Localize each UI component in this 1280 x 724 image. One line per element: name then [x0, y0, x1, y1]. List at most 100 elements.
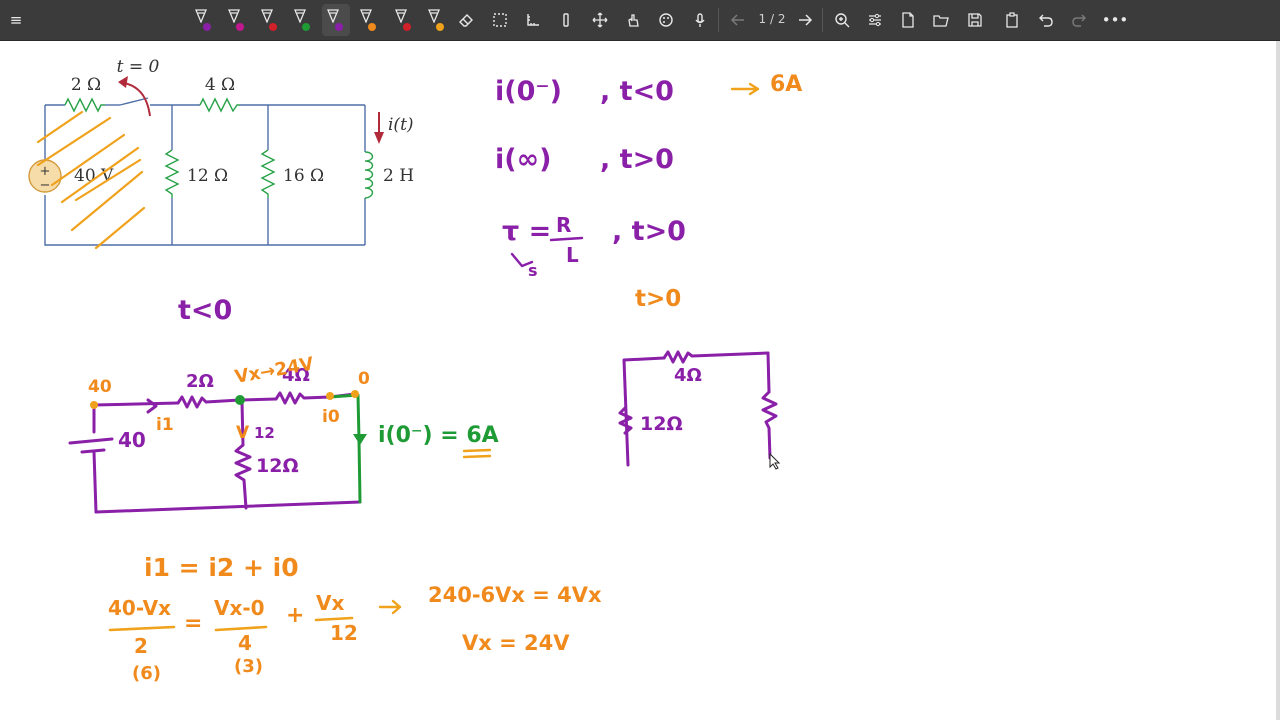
i1-label: i1	[156, 415, 174, 435]
frac3-numerator: Vx	[316, 591, 344, 615]
handwritten-circuit-t-less-0: t<0 40 0 40 2Ω 4Ω Vx→24V V 12 12Ω i1 i0 …	[68, 295, 499, 514]
pen-color-dot	[269, 23, 277, 31]
switch-label: t = 0	[117, 57, 160, 77]
menu-icon[interactable]: ≡	[2, 4, 30, 36]
t-greater-0-cond: , t>0	[600, 144, 674, 175]
source-minus: −	[40, 178, 51, 193]
tau-subscript: s	[528, 261, 538, 280]
r12-t0-label: 12Ω	[640, 413, 683, 435]
mouse-cursor-icon	[769, 452, 781, 470]
lasso-select-icon[interactable]	[486, 4, 514, 36]
resistor-2-ohm	[64, 97, 105, 113]
source-plus: +	[40, 164, 51, 179]
frac1-numerator: 40-Vx	[108, 596, 171, 620]
frac1-multiplier: (6)	[132, 663, 161, 684]
result-arrow	[730, 82, 760, 96]
eraser-icon[interactable]	[452, 4, 480, 36]
undo-icon[interactable]	[1032, 4, 1060, 36]
svg-text:12: 12	[254, 424, 275, 442]
r2-label: 2 Ω	[71, 75, 101, 95]
open-folder-icon[interactable]	[927, 4, 955, 36]
new-page-icon[interactable]	[894, 4, 922, 36]
frac2-denominator: 4	[238, 631, 252, 655]
frac3-denominator: 12	[330, 621, 358, 645]
inductor-2h	[364, 151, 374, 199]
r4-label: 4 Ω	[205, 75, 235, 95]
inductor-label: 2 H	[383, 166, 414, 186]
i0-minus-expr: i(0⁻)	[495, 76, 562, 107]
plus-sign: +	[286, 603, 304, 628]
page-indicator: 1 / 2	[758, 12, 786, 26]
pen-color-dot	[302, 23, 310, 31]
clipboard-icon[interactable]	[998, 4, 1026, 36]
r12-label: 12 Ω	[187, 166, 228, 186]
pen-tool-purple[interactable]	[190, 4, 218, 36]
pen-tool-red[interactable]	[256, 4, 284, 36]
resistor-12-ohm	[164, 149, 180, 198]
pen-tool-red-2[interactable]	[390, 4, 418, 36]
v12-label: V	[236, 423, 250, 443]
equals-sign: =	[184, 611, 202, 636]
resistor-16-ohm	[260, 149, 276, 198]
zoom-icon[interactable]	[828, 4, 856, 36]
tau-numerator: R	[556, 213, 571, 237]
pen-tool-orange-2[interactable]	[423, 4, 451, 36]
t-less-0-cond: , t<0	[600, 76, 674, 107]
whiteboard-page[interactable]: + − t = 0 2 Ω 4 Ω 40 V 12 Ω 16 Ω 2 H i(t…	[4, 41, 1276, 720]
pen-color-dot	[368, 23, 376, 31]
i0-label: i0	[322, 407, 340, 427]
save-icon[interactable]	[961, 4, 989, 36]
switch-blade	[119, 97, 149, 106]
i-infinity-expr: i(∞)	[495, 144, 551, 175]
pen-tool-orange[interactable]	[355, 4, 383, 36]
tau-denominator: L	[566, 243, 579, 267]
pen-color-dot	[403, 23, 411, 31]
page-scrollbar[interactable]	[1276, 41, 1280, 720]
resistor-4-ohm	[199, 97, 240, 113]
source-40-label: 40	[118, 428, 146, 452]
t-less-0-heading: t<0	[178, 295, 232, 326]
pen-color-dot	[436, 23, 444, 31]
r4-t0-label: 4Ω	[674, 365, 702, 386]
frac2-numerator: Vx-0	[214, 596, 265, 620]
palette-icon[interactable]	[652, 4, 680, 36]
vx-result: Vx = 24V	[462, 631, 570, 655]
implies-arrow	[378, 599, 402, 615]
analysis-notes: i(0⁻) , t<0 6A i(∞) , t>0 τ = R L s , t>…	[495, 72, 802, 312]
textbook-circuit-figure: + − t = 0 2 Ω 4 Ω 40 V 12 Ω 16 Ω 2 H i(t…	[28, 57, 414, 250]
r16-label: 16 Ω	[283, 166, 324, 186]
kcl-equation: i1 = i2 + i0	[144, 553, 299, 582]
pen-tool-purple-active[interactable]	[322, 4, 350, 36]
kcl-equations: i1 = i2 + i0 40-Vx 2 (6) = Vx-0 4 (3) + …	[108, 553, 602, 684]
simplified-equation: 240-6Vx = 4Vx	[428, 583, 602, 607]
handwritten-circuit-t-greater-0: 4Ω 12Ω	[618, 350, 781, 470]
pen-color-dot	[335, 23, 343, 31]
text-cursor-icon[interactable]	[552, 4, 580, 36]
t-greater-0-orange: t>0	[635, 286, 681, 312]
pen-tool-green[interactable]	[289, 4, 317, 36]
previous-page-icon[interactable]	[724, 4, 752, 36]
r12-hw-label: 12Ω	[256, 455, 299, 477]
settings-sliders-icon[interactable]	[861, 4, 889, 36]
next-page-icon[interactable]	[791, 4, 819, 36]
current-label: i(t)	[388, 115, 414, 135]
pen-color-dot	[203, 23, 211, 31]
move-icon[interactable]	[586, 4, 614, 36]
redo-icon[interactable]	[1065, 4, 1093, 36]
i0-equals-6a: i(0⁻) = 6A	[378, 423, 499, 448]
frac1-denominator: 2	[134, 634, 148, 658]
node-voltage-40: 40	[88, 377, 112, 397]
tau-cond: , t>0	[612, 216, 686, 247]
more-options-icon[interactable]: •••	[1101, 4, 1129, 36]
r2-hw-label: 2Ω	[186, 371, 214, 392]
toolbar: ≡ 1 / 2 •••	[0, 0, 1280, 41]
pen-tool-magenta[interactable]	[223, 4, 251, 36]
six-amp-note: 6A	[770, 72, 802, 97]
touch-hand-icon[interactable]	[619, 4, 647, 36]
microphone-icon[interactable]	[686, 4, 714, 36]
pen-color-dot	[236, 23, 244, 31]
ruler-icon[interactable]	[519, 4, 547, 36]
tau-expr: τ =	[502, 216, 551, 247]
frac2-multiplier: (3)	[234, 656, 263, 677]
switch-arrow	[119, 81, 151, 117]
